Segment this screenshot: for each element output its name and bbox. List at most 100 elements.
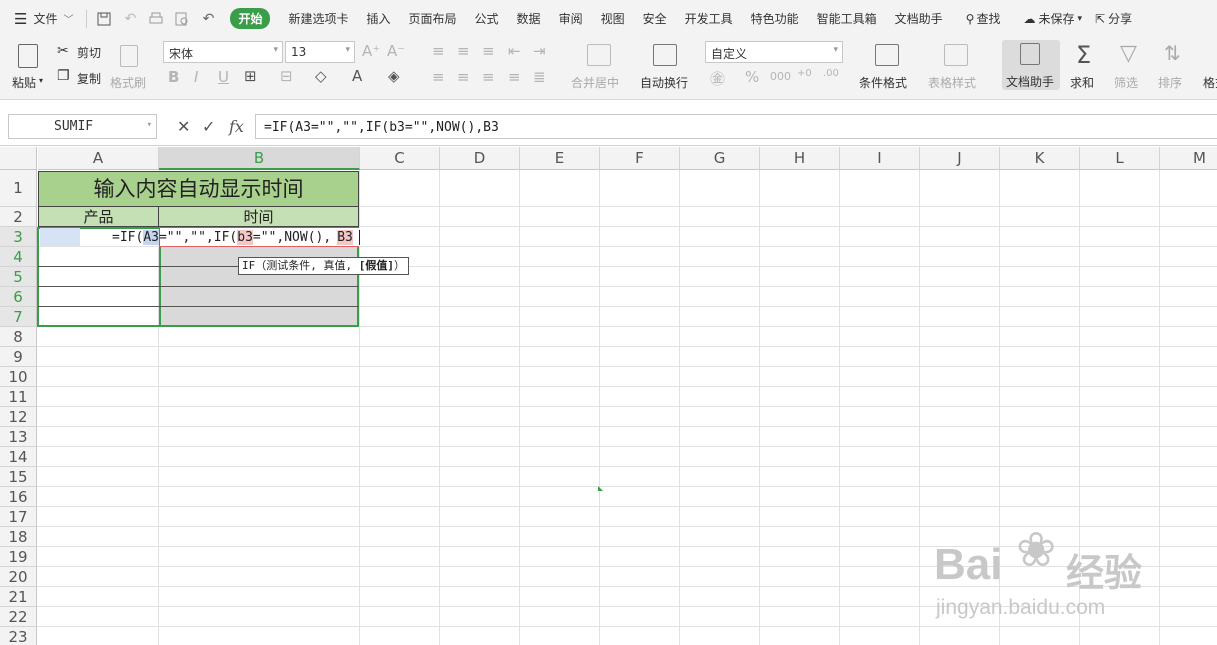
column-header-d[interactable]: D — [440, 147, 520, 170]
tab-view[interactable]: 视图 — [592, 0, 634, 37]
column-header-b[interactable]: B — [159, 147, 360, 170]
row-header-13[interactable]: 13 — [0, 427, 37, 447]
border-icon[interactable]: ⊞ — [244, 67, 257, 85]
row-header-6[interactable]: 6 — [0, 287, 37, 307]
column-header-m[interactable]: M — [1160, 147, 1217, 170]
tab-developer[interactable]: 开发工具 — [676, 0, 742, 37]
active-cell-editor[interactable]: =IF(A3="","",IF(b3="",NOW(), B3 — [112, 229, 360, 246]
sum-button[interactable]: Σ 求和 — [1068, 41, 1106, 96]
align-bottom-icon[interactable]: ≡ — [482, 42, 495, 60]
indent-icon[interactable]: ⇥ — [533, 42, 546, 60]
align-middle-icon[interactable]: ≡ — [457, 42, 470, 60]
column-header-c[interactable]: C — [360, 147, 440, 170]
row-header-3[interactable]: 3 — [0, 227, 37, 247]
decrease-decimal-icon[interactable]: .00 — [823, 68, 839, 79]
row-header-21[interactable]: 21 — [0, 587, 37, 607]
merge-center-button[interactable]: 合并居中 — [568, 41, 630, 96]
fx-icon[interactable]: fx — [229, 117, 244, 136]
save-icon[interactable] — [91, 0, 117, 37]
confirm-icon[interactable]: ✓ — [202, 117, 215, 136]
number-format-select[interactable]: 自定义 ▾ — [705, 41, 843, 63]
print-icon[interactable] — [143, 0, 169, 37]
paste-button[interactable]: 粘贴 ▾ — [10, 41, 48, 96]
row-header-5[interactable]: 5 — [0, 267, 37, 287]
format-button[interactable]: 格式 — [1199, 41, 1217, 96]
conditional-format-button[interactable]: 条件格式 — [856, 41, 918, 96]
tab-insert[interactable]: 插入 — [358, 0, 400, 37]
header-product-cell[interactable]: 产品 — [38, 207, 159, 227]
currency-icon[interactable]: ㊎ — [710, 68, 725, 89]
bold-icon[interactable]: B — [168, 68, 179, 86]
justify-icon[interactable]: ≡ — [508, 68, 521, 86]
tab-review[interactable]: 审阅 — [550, 0, 592, 37]
row-header-1[interactable]: 1 — [0, 170, 37, 207]
select-all-corner[interactable] — [0, 147, 37, 170]
column-header-k[interactable]: K — [1000, 147, 1080, 170]
filter-button[interactable]: ▽ 筛选 — [1112, 41, 1152, 96]
clear-format-icon[interactable]: ◈ — [388, 67, 400, 85]
fill-color-icon[interactable]: ◇ — [315, 67, 327, 85]
row-header-8[interactable]: 8 — [0, 327, 37, 347]
align-center-icon[interactable]: ≡ — [457, 68, 470, 86]
row-header-22[interactable]: 22 — [0, 607, 37, 627]
unsaved-status[interactable]: ☁ 未保存 ▾ — [1009, 0, 1091, 37]
tab-start[interactable]: 开始 — [221, 0, 279, 37]
column-header-i[interactable]: I — [840, 147, 920, 170]
wrap-text-button[interactable]: 自动换行 — [636, 41, 694, 96]
print-preview-icon[interactable] — [169, 0, 195, 37]
file-menu[interactable]: ☰ 文件 ﹀ — [0, 0, 82, 37]
column-header-l[interactable]: L — [1080, 147, 1160, 170]
tab-page-layout[interactable]: 页面布局 — [400, 0, 466, 37]
tab-formula[interactable]: 公式 — [466, 0, 508, 37]
cut-button[interactable]: ✂ 剪切 — [57, 43, 107, 61]
thousands-icon[interactable]: 000 — [770, 70, 791, 83]
column-header-g[interactable]: G — [680, 147, 760, 170]
column-header-j[interactable]: J — [920, 147, 1000, 170]
row-header-15[interactable]: 15 — [0, 467, 37, 487]
row-header-11[interactable]: 11 — [0, 387, 37, 407]
sort-button[interactable]: ⇅ 排序 — [1156, 41, 1196, 96]
title-cell[interactable]: 输入内容自动显示时间 — [38, 171, 359, 207]
search-button[interactable]: ⚲ 查找 — [952, 0, 1010, 37]
underline-icon[interactable]: U — [218, 68, 229, 86]
align-right-icon[interactable]: ≡ — [482, 68, 495, 86]
column-header-e[interactable]: E — [520, 147, 600, 170]
share-button[interactable]: ⇱ 分享 — [1091, 0, 1136, 37]
strikethrough-icon[interactable]: ⊟ — [280, 67, 293, 85]
row-header-12[interactable]: 12 — [0, 407, 37, 427]
row-header-18[interactable]: 18 — [0, 527, 37, 547]
tab-new[interactable]: 新建选项卡 — [279, 0, 357, 37]
formula-input[interactable]: =IF(A3="","",IF(b3="",NOW(),B3 — [255, 114, 1217, 139]
tab-features[interactable]: 特色功能 — [742, 0, 808, 37]
copy-button[interactable]: ❐ 复制 — [57, 68, 107, 87]
undo-history-icon[interactable]: ↶ — [117, 0, 143, 37]
cancel-icon[interactable]: ✕ — [177, 117, 190, 136]
doc-assistant-button[interactable]: 文档助手 — [1002, 40, 1060, 90]
font-color-icon[interactable]: A — [352, 67, 362, 85]
tab-toolbox[interactable]: 智能工具箱 — [808, 0, 886, 37]
table-style-button[interactable]: 表格样式 — [925, 41, 987, 96]
tab-security[interactable]: 安全 — [634, 0, 676, 37]
distribute-icon[interactable]: ≣ — [533, 68, 546, 86]
row-header-16[interactable]: 16 — [0, 487, 37, 507]
font-name-select[interactable]: 宋体 ▾ — [163, 41, 283, 63]
italic-icon[interactable]: I — [194, 68, 198, 86]
column-header-h[interactable]: H — [760, 147, 840, 170]
align-top-icon[interactable]: ≡ — [432, 42, 445, 60]
row-header-2[interactable]: 2 — [0, 207, 37, 227]
percent-icon[interactable]: % — [745, 68, 759, 86]
tab-data[interactable]: 数据 — [508, 0, 550, 37]
spreadsheet-grid[interactable]: ABCDEFGHIJKLM 1 2 3 4 5 6 7 8 9 10 11 12 13 14 15 16 17 1… — [0, 147, 1217, 645]
row-header-20[interactable]: 20 — [0, 567, 37, 587]
row-header-7[interactable]: 7 — [0, 307, 37, 327]
font-size-select[interactable]: 13 ▾ — [285, 41, 355, 63]
row-header-14[interactable]: 14 — [0, 447, 37, 467]
tab-doc-assistant[interactable]: 文档助手 — [886, 0, 952, 37]
row-header-10[interactable]: 10 — [0, 367, 37, 387]
increase-font-icon[interactable]: A⁺ — [362, 42, 380, 60]
outdent-icon[interactable]: ⇤ — [508, 42, 521, 60]
column-header-a[interactable]: A — [38, 147, 159, 170]
row-header-9[interactable]: 9 — [0, 347, 37, 367]
name-box[interactable]: SUMIF ▾ — [8, 114, 157, 139]
format-painter-button[interactable]: 格式刷 — [110, 41, 150, 96]
